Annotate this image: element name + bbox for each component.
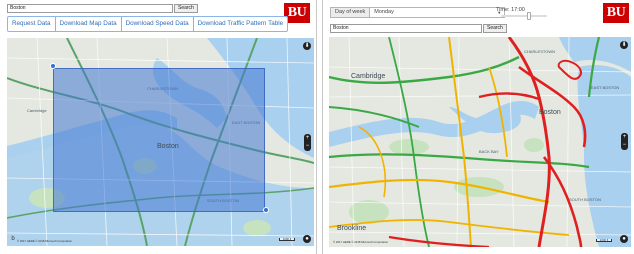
tab-download-map-data[interactable]: Download Map Data <box>54 16 122 32</box>
map-label-cambridge: Cambridge <box>351 73 386 80</box>
map-label-cambridge: Cambridge <box>27 108 47 113</box>
map-view[interactable]: Cambridge CHARLESTOWN EAST BOSTON SOUTH … <box>7 38 314 246</box>
bu-logo: BU <box>603 3 629 23</box>
map-label-brookline: Brookline <box>337 225 367 232</box>
selection-handle-bottom-right[interactable] <box>263 207 269 213</box>
right-panel: Day of week Monday ▼ Time: 17:00 BU Bost… <box>322 0 634 254</box>
traffic-map-view[interactable]: Cambridge Boston CHARLESTOWN EAST BOSTON… <box>329 37 631 247</box>
map-attribution: © 2017 HERE © 2018 Microsoft Corporation <box>17 239 72 243</box>
zoom-out-button[interactable]: − <box>304 142 311 150</box>
tab-request-data[interactable]: Request Data <box>7 16 56 32</box>
search-button[interactable]: Search <box>483 24 507 33</box>
locate-icon[interactable]: ⬇ <box>620 41 628 49</box>
compass-icon[interactable]: ● <box>620 235 628 243</box>
map-label-south-boston: SOUTH BOSTON <box>569 197 601 202</box>
bing-logo-icon: b <box>11 236 15 242</box>
zoom-in-button[interactable]: + <box>304 134 311 142</box>
map-label-boston: Boston <box>157 143 179 150</box>
time-label: Time: 17:00 <box>496 7 525 13</box>
compass-icon[interactable]: ● <box>303 235 311 243</box>
time-slider-thumb[interactable] <box>527 12 532 20</box>
right-search-bar: Boston Search <box>330 24 507 33</box>
map-label-boston: Boston <box>539 109 561 116</box>
day-of-week-label: Day of week <box>330 7 371 18</box>
map-label-charlestown: CHARLESTOWN <box>524 49 556 54</box>
left-search-bar: Boston Search <box>7 4 198 13</box>
traffic-map-base <box>329 37 631 247</box>
map-label-back-bay: BACK BAY <box>479 149 499 154</box>
search-button[interactable]: Search <box>174 4 198 13</box>
zoom-out-button[interactable]: − <box>621 141 628 149</box>
map-label-east-boston: EAST BOSTON <box>591 85 620 90</box>
left-panel: Boston Search BU Request Data Download M… <box>0 0 317 254</box>
time-slider[interactable] <box>501 12 547 20</box>
tab-download-traffic-pattern-table[interactable]: Download Traffic Pattern Table <box>192 16 289 32</box>
zoom-control: + − <box>304 134 311 151</box>
map-attribution: © 2017 HERE © 2018 Microsoft Corporation <box>333 240 388 244</box>
tab-download-speed-data[interactable]: Download Speed Data <box>120 16 194 32</box>
action-tabbar: Request Data Download Map Data Download … <box>7 16 289 32</box>
selection-rectangle[interactable] <box>53 68 265 212</box>
day-of-week-picker: Day of week Monday ▼ <box>330 7 506 18</box>
zoom-control: + − <box>621 133 628 150</box>
day-of-week-select[interactable]: Monday ▼ <box>370 7 506 18</box>
search-input[interactable]: Boston <box>330 24 482 33</box>
locate-icon[interactable]: ⬇ <box>303 42 311 50</box>
search-input[interactable]: Boston <box>7 4 173 13</box>
selection-handle-top-left[interactable] <box>50 63 56 69</box>
map-scale: 1000 ft <box>596 239 612 242</box>
zoom-in-button[interactable]: + <box>621 133 628 141</box>
day-of-week-value: Monday <box>374 9 394 15</box>
map-scale: 1000 ft <box>279 238 295 241</box>
